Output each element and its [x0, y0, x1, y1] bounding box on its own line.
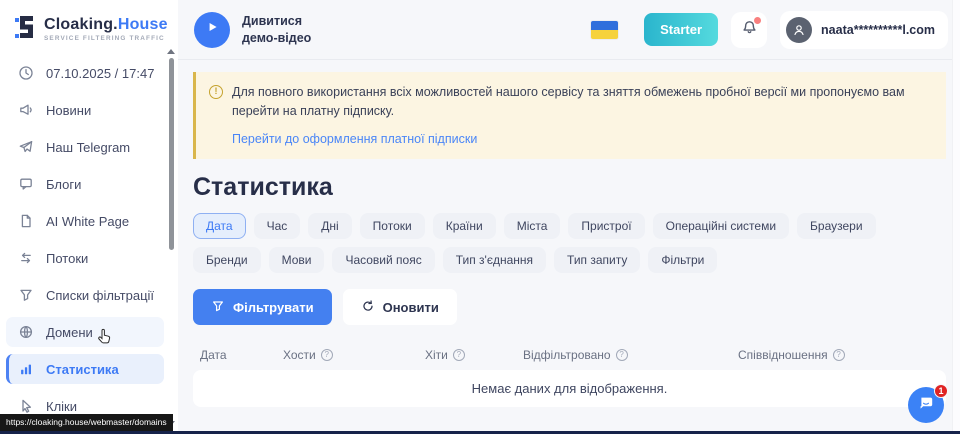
topbar: Дивитися демо-відео Starter naata*******… [178, 0, 960, 60]
chat-widget-button[interactable]: 1 [908, 387, 944, 423]
user-email: naata**********l.com [821, 23, 935, 37]
help-icon[interactable]: ? [833, 349, 845, 361]
demo-video-play-button[interactable] [194, 12, 230, 48]
globe-icon [18, 324, 34, 340]
sidebar-datetime-label: 07.10.2025 / 17:47 [46, 66, 154, 81]
sidebar-scrollbar-thumb[interactable] [169, 58, 174, 250]
help-icon[interactable]: ? [321, 349, 333, 361]
tab-languages[interactable]: Мови [269, 247, 325, 273]
tab-timezone[interactable]: Часовий пояс [332, 247, 434, 273]
tab-flows[interactable]: Потоки [360, 213, 425, 239]
refresh-icon [361, 299, 375, 316]
column-hosts: Хости ? [283, 348, 425, 362]
sidebar-item-label: Новини [46, 103, 91, 118]
sidebar-item-label: Блоги [46, 177, 81, 192]
page-title: Статистика [193, 173, 946, 202]
clock-icon [18, 65, 34, 81]
sidebar-item-label: Домени [46, 325, 93, 340]
content: ! Для повного використання всіх можливос… [178, 60, 960, 407]
sidebar-item-label: Статистика [46, 362, 119, 377]
document-icon [18, 213, 34, 229]
sidebar-item-ai-white-page[interactable]: AI White Page [6, 206, 164, 236]
sidebar-nav: 07.10.2025 / 17:47 Новини Наш Telegram Б… [0, 58, 178, 421]
logo-title: Cloaking.House [44, 16, 168, 33]
trial-warning-banner: ! Для повного використання всіх можливос… [193, 72, 946, 159]
play-icon [205, 20, 219, 39]
subscribe-link[interactable]: Перейти до оформлення платної підписки [232, 130, 477, 149]
bar-chart-icon [18, 361, 34, 377]
logo-tagline: SERVICE FILTERING TRAFFIC [44, 36, 168, 42]
funnel-icon [211, 299, 225, 316]
column-ratio: Співвідношення ? [738, 348, 845, 362]
main-scrollbar-track[interactable] [952, 0, 960, 431]
empty-table-message: Немає даних для відображення. [193, 370, 946, 407]
tab-request-type[interactable]: Тип запиту [554, 247, 640, 273]
help-icon[interactable]: ? [453, 349, 465, 361]
chat-bubble-icon [18, 176, 34, 192]
actions-row: Фільтрувати Оновити [193, 289, 946, 325]
tab-devices[interactable]: Пристрої [568, 213, 644, 239]
language-flag-ukraine[interactable] [591, 21, 618, 39]
tab-days[interactable]: Дні [308, 213, 351, 239]
sidebar-item-domains[interactable]: Домени [6, 317, 164, 347]
filter-button[interactable]: Фільтрувати [193, 289, 332, 325]
sidebar-item-label: Потоки [46, 251, 88, 266]
user-avatar [786, 17, 812, 43]
tab-connection-type[interactable]: Тип з'єднання [443, 247, 546, 273]
chat-unread-badge: 1 [934, 384, 948, 398]
notifications-button[interactable] [731, 12, 767, 48]
tab-countries[interactable]: Країни [433, 213, 496, 239]
sidebar: Cloaking.House SERVICE FILTERING TRAFFIC… [0, 0, 178, 434]
sidebar-item-telegram[interactable]: Наш Telegram [6, 132, 164, 162]
tab-brands[interactable]: Бренди [193, 247, 261, 273]
sidebar-item-blogs[interactable]: Блоги [6, 169, 164, 199]
sidebar-item-filter-lists[interactable]: Списки фільтрації [6, 280, 164, 310]
tab-date[interactable]: Дата [193, 213, 246, 239]
column-filtered: Відфільтровано ? [523, 348, 738, 362]
tab-cities[interactable]: Міста [504, 213, 561, 239]
banner-text: Для повного використання всіх можливосте… [232, 83, 930, 121]
sidebar-item-label: Кліки [46, 399, 77, 414]
sidebar-item-label: Наш Telegram [46, 140, 130, 155]
flows-arrows-icon [18, 250, 34, 266]
sidebar-item-label: AI White Page [46, 214, 129, 229]
tab-browsers[interactable]: Браузери [797, 213, 876, 239]
plan-starter-button[interactable]: Starter [644, 13, 718, 46]
main-area: Дивитися демо-відео Starter naata*******… [178, 0, 960, 434]
megaphone-icon [18, 102, 34, 118]
sidebar-item-label: Списки фільтрації [46, 288, 154, 303]
user-account-button[interactable]: naata**********l.com [780, 11, 948, 49]
tab-filters[interactable]: Фільтри [648, 247, 717, 273]
demo-video-label[interactable]: Дивитися демо-відео [242, 13, 311, 47]
warning-icon: ! [209, 85, 223, 99]
tab-time[interactable]: Час [254, 213, 301, 239]
sidebar-scroll-up-arrow[interactable] [167, 49, 175, 54]
telegram-icon [18, 139, 34, 155]
help-icon[interactable]: ? [616, 349, 628, 361]
sidebar-item-news[interactable]: Новини [6, 95, 164, 125]
cursor-icon [18, 398, 34, 414]
logo-link[interactable]: Cloaking.House SERVICE FILTERING TRAFFIC [0, 0, 178, 52]
chat-bubble-icon [916, 393, 936, 418]
link-preview-tooltip: https://cloaking.house/webmaster/domains [0, 414, 173, 431]
notification-dot [754, 17, 761, 24]
column-date: Дата [200, 348, 283, 362]
funnel-icon [18, 287, 34, 303]
stats-table-header: Дата Хости ? Хіти ? Відфільтровано ? Спі… [193, 342, 946, 370]
sidebar-datetime: 07.10.2025 / 17:47 [6, 58, 164, 88]
refresh-button[interactable]: Оновити [343, 289, 457, 325]
logo-icon [14, 14, 36, 45]
sidebar-item-statistics[interactable]: Статистика [6, 354, 164, 384]
tab-operating-systems[interactable]: Операційні системи [653, 213, 789, 239]
column-hits: Хіти ? [425, 348, 523, 362]
statistics-tabs: Дата Час Дні Потоки Країни Міста Пристро… [193, 213, 935, 273]
sidebar-item-flows[interactable]: Потоки [6, 243, 164, 273]
